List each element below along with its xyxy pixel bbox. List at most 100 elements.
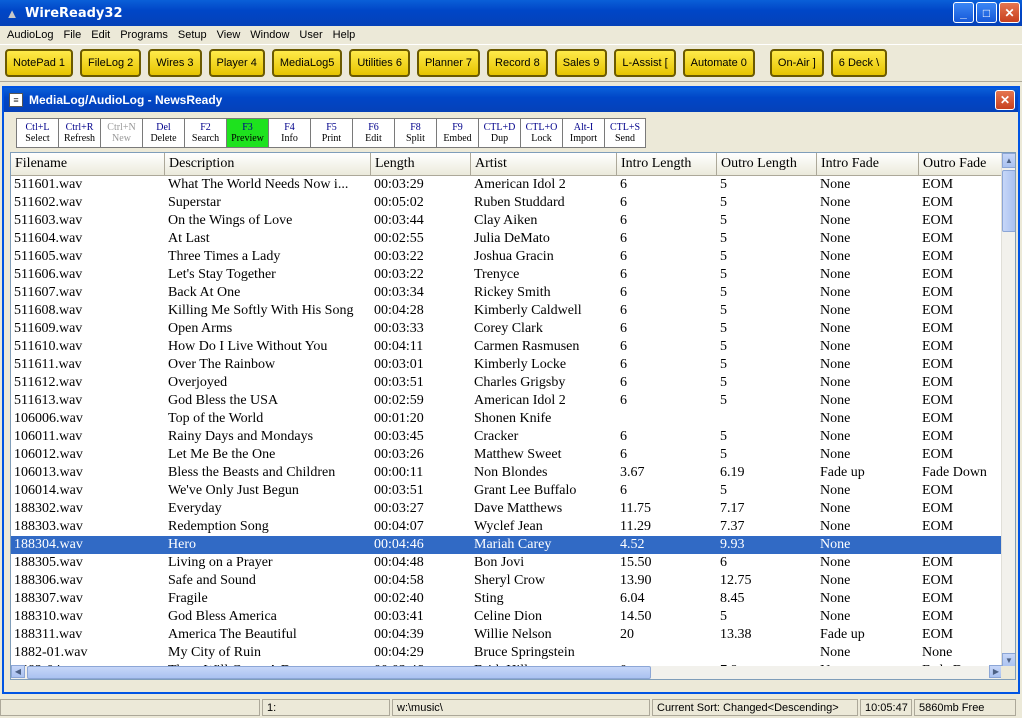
scroll-up-icon[interactable]: ▲	[1002, 153, 1015, 168]
table-row[interactable]: 188304.wav Hero 00:04:46 Mariah Carey 4.52 9.…	[11, 536, 1003, 554]
refresh-button[interactable]: Ctrl+R Refresh	[58, 118, 100, 148]
table-cell	[717, 644, 817, 662]
table-row[interactable]: 188311.wav America The Beautiful 00:04:39 W…	[11, 626, 1003, 644]
select-label: Select	[25, 133, 50, 144]
player-button[interactable]: Player 4	[208, 49, 265, 77]
table-cell: Carmen Rasmusen	[474, 339, 580, 354]
notepad-button[interactable]: NotePad 1	[5, 49, 73, 77]
table-row[interactable]: 106012.wav Let Me Be the One 00:03:26 Matth…	[11, 446, 1003, 464]
table-row[interactable]: 511604.wav At Last 00:02:55 Julia DeMato 6 5 N…	[11, 230, 1003, 248]
menu-window[interactable]: Window	[245, 29, 294, 41]
table-cell: EOM	[922, 429, 954, 444]
close-button[interactable]: ✕	[999, 2, 1020, 23]
table-cell: 6	[620, 285, 627, 300]
menu-view[interactable]: View	[212, 29, 246, 41]
wires-button[interactable]: Wires 3	[148, 49, 202, 77]
table-row[interactable]: 511607.wav Back At One 00:03:34 Rickey Smit…	[11, 284, 1003, 302]
medialog-button[interactable]: MediaLog5	[271, 49, 343, 77]
menu-audiolog[interactable]: AudioLog	[2, 29, 59, 41]
column-header-outro-fade[interactable]: Outro Fade	[919, 153, 1003, 176]
table-cell: How Do I Live Without You	[168, 339, 328, 354]
info-button[interactable]: F4 Info	[268, 118, 310, 148]
utilities-button[interactable]: Utilities 6	[349, 49, 410, 77]
table-row[interactable]: 511603.wav On the Wings of Love 00:03:44 Cl…	[11, 212, 1003, 230]
6-deck-button[interactable]: 6 Deck \	[830, 49, 888, 77]
table-cell: 188304.wav	[14, 537, 83, 552]
child-title-bar[interactable]: ≡ MediaLog/AudioLog - NewsReady ✕	[4, 88, 1018, 112]
table-row[interactable]: 188306.wav Safe and Sound 00:04:58 Sheryl C…	[11, 572, 1003, 590]
search-button[interactable]: F2 Search	[184, 118, 226, 148]
menu-help[interactable]: Help	[328, 29, 361, 41]
table-row[interactable]: 1882-01.wav My City of Ruin 00:04:29 Bruce …	[11, 644, 1003, 662]
vertical-scrollbar[interactable]: ▲ ▼	[1001, 153, 1015, 668]
table-row[interactable]: 511609.wav Open Arms 00:03:33 Corey Clark 6 5…	[11, 320, 1003, 338]
on-air-button[interactable]: On-Air ]	[769, 49, 824, 77]
print-button[interactable]: F5 Print	[310, 118, 352, 148]
table-row[interactable]: 511613.wav God Bless the USA 00:02:59 Ameri…	[11, 392, 1003, 410]
table-row[interactable]: 511611.wav Over The Rainbow 00:03:01 Kimber…	[11, 356, 1003, 374]
horizontal-scroll-thumb[interactable]	[27, 666, 651, 679]
title-bar[interactable]: ▲ WireReady32 _ □ ✕	[0, 0, 1022, 26]
table-cell: Safe and Sound	[168, 573, 256, 588]
table-row[interactable]: 188303.wav Redemption Song 00:04:07 Wyclef …	[11, 518, 1003, 536]
lock-button[interactable]: CTL+O Lock	[520, 118, 562, 148]
table-cell: 6	[620, 177, 627, 192]
edit-button[interactable]: F6 Edit	[352, 118, 394, 148]
automate-button[interactable]: Automate 0	[682, 49, 755, 77]
column-header-artist[interactable]: Artist	[471, 153, 617, 176]
horizontal-scrollbar[interactable]: ◀ ▶	[11, 665, 1003, 679]
l-assist-button[interactable]: L-Assist [	[614, 49, 676, 77]
table-cell: 8.45	[720, 591, 745, 606]
column-header-length[interactable]: Length	[371, 153, 471, 176]
scroll-left-icon[interactable]: ◀	[11, 665, 25, 678]
split-button[interactable]: F8 Split	[394, 118, 436, 148]
table-row[interactable]: 188310.wav God Bless America 00:03:41 Celin…	[11, 608, 1003, 626]
preview-label: Preview	[231, 133, 264, 144]
menu-programs[interactable]: Programs	[115, 29, 173, 41]
table-row[interactable]: 188302.wav Everyday 00:03:27 Dave Matthews 1…	[11, 500, 1003, 518]
child-close-button[interactable]: ✕	[995, 90, 1015, 110]
table-row[interactable]: 511606.wav Let's Stay Together 00:03:22 Tre…	[11, 266, 1003, 284]
table-row[interactable]: 511608.wav Killing Me Softly With His Son…	[11, 302, 1003, 320]
table-row[interactable]: 106014.wav We've Only Just Begun 00:03:51 G…	[11, 482, 1003, 500]
menu-user[interactable]: User	[294, 29, 327, 41]
minimize-button[interactable]: _	[953, 2, 974, 23]
column-header-outro-length[interactable]: Outro Length	[717, 153, 817, 176]
vertical-scroll-thumb[interactable]	[1002, 170, 1015, 232]
table-row[interactable]: 511601.wav What The World Needs Now i... 0…	[11, 176, 1003, 194]
table-row[interactable]: 511610.wav How Do I Live Without You 00:04…	[11, 338, 1003, 356]
dup-button[interactable]: CTL+D Dup	[478, 118, 520, 148]
table-row[interactable]: 106011.wav Rainy Days and Mondays 00:03:45…	[11, 428, 1003, 446]
table-row[interactable]: 188307.wav Fragile 00:02:40 Sting 6.04 8.45 No…	[11, 590, 1003, 608]
table-row[interactable]: 511602.wav Superstar 00:05:02 Ruben Studdar…	[11, 194, 1003, 212]
planner-button[interactable]: Planner 7	[416, 49, 481, 77]
column-header-intro-length[interactable]: Intro Length	[617, 153, 717, 176]
preview-button[interactable]: F3 Preview	[226, 118, 268, 148]
record-button[interactable]: Record 8	[487, 49, 548, 77]
table-cell: None	[820, 447, 851, 462]
column-header-description[interactable]: Description	[165, 153, 371, 176]
table-row[interactable]: 511612.wav Overjoyed 00:03:51 Charles Grigs…	[11, 374, 1003, 392]
filelog-button[interactable]: FileLog 2	[79, 49, 142, 77]
delete-button[interactable]: Del Delete	[142, 118, 184, 148]
table-row[interactable]: 106006.wav Top of the World 00:01:20 Shonen…	[11, 410, 1003, 428]
table-row[interactable]: 188305.wav Living on a Prayer 00:04:48 Bon …	[11, 554, 1003, 572]
table-cell: Sheryl Crow	[474, 573, 546, 588]
table-cell: EOM	[922, 267, 954, 282]
table-cell: We've Only Just Begun	[168, 483, 299, 498]
new-button[interactable]: Ctrl+N New	[100, 118, 142, 148]
column-header-filename[interactable]: Filename	[11, 153, 165, 176]
import-button[interactable]: Alt-I Import	[562, 118, 604, 148]
table-cell: 7.37	[720, 519, 745, 534]
menu-edit[interactable]: Edit	[86, 29, 115, 41]
table-row[interactable]: 511605.wav Three Times a Lady 00:03:22 Josh…	[11, 248, 1003, 266]
embed-button[interactable]: F9 Embed	[436, 118, 478, 148]
menu-file[interactable]: File	[59, 29, 87, 41]
menu-setup[interactable]: Setup	[173, 29, 212, 41]
sales-button[interactable]: Sales 9	[554, 49, 608, 77]
send-button[interactable]: CTL+S Send	[604, 118, 646, 148]
table-row[interactable]: 106013.wav Bless the Beasts and Children 0…	[11, 464, 1003, 482]
select-button[interactable]: Ctl+L Select	[16, 118, 58, 148]
maximize-button[interactable]: □	[976, 2, 997, 23]
column-header-intro-fade[interactable]: Intro Fade	[817, 153, 919, 176]
